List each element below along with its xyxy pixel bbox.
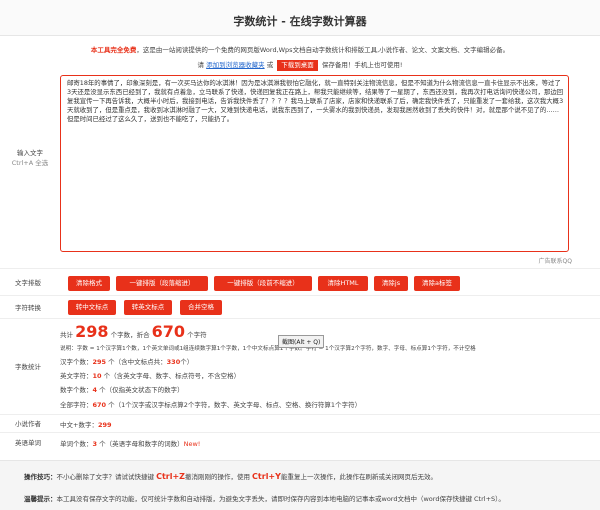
intro-text: ，这是由一站阅读提供的一个免费的网页版Word,Wps文档自动字数统计和排版工具… [136,46,510,54]
num-count: 4 [92,386,98,394]
screenshot-tooltip: 截图(Alt + Q) [278,335,325,348]
char-count: 670 [151,322,186,341]
english-row: 英文字符：10 个（含英文字母、数字、标点符号，不含空格） [60,370,240,380]
english-words-row: 单词个数：3 个（英语字母和数字的词数）New! [60,438,200,448]
add-bookmark-link[interactable]: 添加到浏览器收藏夹 [206,61,265,69]
format-label: 文字排版 [15,279,41,287]
intro-notice: 本工具完全免费，这是由一站阅读提供的一个免费的网页版Word,Wps文档自动字数… [0,44,600,54]
en-label: 英文字符： [60,372,93,380]
divider [0,295,600,296]
num-label: 数字个数： [60,386,93,394]
text-input-box[interactable]: 邮寄18年的事情了，印象深刻是，有一次买马达你的冰淇淋！因为是冰淇淋我很怕它融化… [60,75,569,252]
hanzi-with-punct: 330 [166,358,181,366]
divider [0,432,600,433]
new-badge: New! [183,440,201,448]
equiv-sep: ，折合 [130,331,150,339]
title-bar: 字数统计 - 在线字数计算器 [0,0,600,36]
english-words-label: 英语单词 [15,439,41,447]
undo-shortcut: Ctrl+Z [156,472,185,481]
to-english-punct-button[interactable]: 转英文标点 [124,300,172,315]
hanzi-count: 295 [92,358,107,366]
word-unit: 个字数 [110,331,131,339]
to-chinese-punct-button[interactable]: 转中文标点 [68,300,116,315]
clear-a-tag-button[interactable]: 清除a标签 [414,276,460,291]
bookmark-or: 或 [266,61,274,69]
tip-text: 不小心删除了文字？请试试快捷键 [56,473,155,481]
ad-contact[interactable]: 广告联系QQ [539,256,572,265]
clear-js-button[interactable]: 清除js [374,276,408,291]
all-chars-row: 全部字符：670 个（1个汉字或汉字标点算2个字符，数字、英文字母、标点、空格、… [60,399,361,409]
clear-html-button[interactable]: 清除HTML [318,276,368,291]
all-note: 个（1个汉字或汉字标点算2个字符，数字、英文字母、标点、空格、换行符算1个字符） [108,401,362,409]
char-unit: 个字符 [187,331,207,339]
download-desktop-button[interactable]: 下载到桌面 [277,60,318,71]
divider [0,318,600,319]
tip-text: 能重复上一次操作，此操作在刷新或关闭网页后无效。 [280,473,437,481]
divider [0,268,600,269]
select-all-hint: Ctrl+A 全选 [11,159,49,167]
bookmark-prefix: 请 [197,61,205,69]
bookmark-suffix: 保存备用！手机上也可使用! [321,61,403,69]
hanzi-row: 汉字个数：295 个（含中文标点共：330个） [60,356,193,366]
divider [0,414,600,415]
free-label: 本工具完全免费 [90,46,137,54]
num-note: 个（仅指英文状态下的数字） [99,386,184,394]
en-note: 个（含英文字母、数字、标点符号，不含空格） [103,372,241,380]
en-count: 10 [92,372,102,380]
tip-reminder: 温馨提示：本工具没有保存文字的功能，仅可统计字数和自动排版，为避免文字丢失，请即… [24,493,505,503]
english-words-note: 个（英语字母和数字的词数） [99,440,184,448]
tip-text: 本工具没有保存文字的功能，仅可统计字数和自动排版，为避免文字丢失，请即时保存内容… [56,495,505,503]
tips-panel: 操作技巧：不小心删除了文字？请试试快捷键 Ctrl+Z撤消刚刚的操作，使用 Ct… [0,460,600,510]
clear-format-button[interactable]: 清除格式 [68,276,110,291]
format-indent-button[interactable]: 一键排版（段落缩进） [116,276,208,291]
redo-shortcut: Ctrl+Y [252,472,281,481]
text-input[interactable]: 邮寄18年的事情了，印象深刻是，有一次买马达你的冰淇淋！因为是冰淇淋我很怕它融化… [67,79,564,249]
tip-undo: 操作技巧：不小心删除了文字？请试试快捷键 Ctrl+Z撤消刚刚的操作，使用 Ct… [24,471,437,481]
stats-label: 字数统计 [15,363,41,371]
convert-label: 字符转换 [15,304,41,312]
hanzi-label: 汉字个数： [60,358,93,366]
word-count: 298 [75,322,109,341]
merge-spaces-button[interactable]: 合并空格 [180,300,222,315]
format-no-indent-button[interactable]: 一键排版（段前不缩进） [214,276,312,291]
novel-prefix: 中文+数字： [60,421,98,429]
hanzi-note: 个（含中文标点共： [108,358,167,366]
novel-label: 小说作者 [15,420,41,428]
total-prefix: 共计 [60,331,73,339]
all-count: 670 [92,401,107,409]
novel-count: 299 [97,421,112,429]
english-words-count: 3 [92,440,98,448]
tip-label: 温馨提示： [24,495,57,503]
tip-text: 撤消刚刚的操作，使用 [184,473,250,481]
english-words-prefix: 单词个数： [60,440,93,448]
hanzi-note-end: 个） [180,358,194,366]
page-title: 字数统计 - 在线字数计算器 [233,15,367,28]
all-label: 全部字符： [60,401,93,409]
tip-label: 操作技巧： [24,473,57,481]
stats-summary: 共计 298 个字数，折合 670 个字符 [60,322,207,341]
bookmark-notice: 请 添加到浏览器收藏夹 或 下载到桌面 保存备用！手机上也可使用! [0,59,600,71]
number-row: 数字个数：4 个（仅指英文状态下的数字） [60,384,184,394]
input-label-block: 输入文字 Ctrl+A 全选 [2,148,58,168]
input-label: 输入文字 [17,149,43,157]
novel-row: 中文+数字：299 [60,419,112,429]
